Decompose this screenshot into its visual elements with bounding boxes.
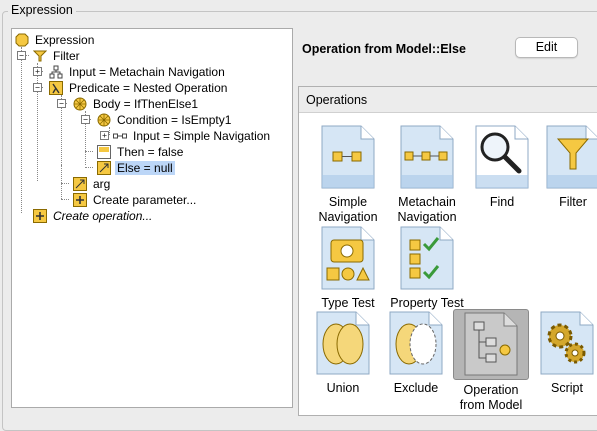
details-header: Operation from Model::Else Edit xyxy=(298,28,597,70)
expand-toggle[interactable]: + xyxy=(33,67,42,76)
add-icon xyxy=(33,209,47,223)
exclude-icon xyxy=(389,311,443,375)
collapse-toggle[interactable]: − xyxy=(33,83,42,92)
tree-item-filter[interactable]: Filter xyxy=(33,48,82,64)
boolean-icon xyxy=(97,145,111,159)
if-then-else-icon xyxy=(73,97,87,111)
expression-icon xyxy=(15,33,29,47)
expression-tree[interactable]: − + − − − + Expression Filter Input = Me… xyxy=(11,28,293,408)
is-empty-icon xyxy=(97,113,111,127)
union-icon xyxy=(316,311,370,375)
magnifier-icon xyxy=(475,125,529,189)
tree-item-arg[interactable]: arg xyxy=(73,176,112,192)
op-simple-navigation[interactable]: Simple Navigation xyxy=(310,123,386,225)
op-find[interactable]: Find xyxy=(464,123,540,210)
tree-item-else[interactable]: Else = null xyxy=(97,160,175,176)
tree-item-input-metachain[interactable]: Input = Metachain Navigation xyxy=(49,64,227,80)
collapse-toggle[interactable]: − xyxy=(17,51,26,60)
operation-from-model-icon xyxy=(464,312,518,376)
add-icon xyxy=(73,193,87,207)
property-test-icon xyxy=(400,226,454,290)
tree-item-body[interactable]: Body = IfThenElse1 xyxy=(73,96,200,112)
tree-item-predicate[interactable]: Predicate = Nested Operation xyxy=(49,80,229,96)
op-filter[interactable]: Filter xyxy=(535,123,597,210)
tree-connector xyxy=(61,199,69,200)
details-title: Operation from Model::Else xyxy=(302,42,466,56)
op-union[interactable]: Union xyxy=(305,309,381,396)
gears-icon xyxy=(540,311,594,375)
create-operation[interactable]: Create operation... xyxy=(33,208,154,224)
create-parameter[interactable]: Create parameter... xyxy=(73,192,198,208)
tree-connector xyxy=(61,165,62,199)
edit-button[interactable]: Edit xyxy=(515,37,578,58)
tree-item-input-simple[interactable]: Input = Simple Navigation xyxy=(113,128,272,144)
collapse-toggle[interactable]: − xyxy=(57,99,66,108)
operations-panel: Operations Simple Navigation Metachain N… xyxy=(298,86,597,416)
op-exclude[interactable]: Exclude xyxy=(378,309,454,396)
simple-navigation-icon xyxy=(113,129,127,143)
tree-connector xyxy=(85,151,93,152)
collapse-toggle[interactable]: − xyxy=(81,115,90,124)
op-type-test[interactable]: Type Test xyxy=(310,224,386,311)
type-test-icon xyxy=(321,226,375,290)
parameter-icon xyxy=(73,177,87,191)
metachain-navigation-icon xyxy=(49,65,63,79)
operations-title: Operations xyxy=(299,87,597,113)
tree-connector xyxy=(37,63,38,181)
operation-from-model-icon xyxy=(97,161,111,175)
tree-connector xyxy=(61,183,69,184)
op-script[interactable]: Script xyxy=(529,309,597,396)
funnel-icon xyxy=(33,49,47,63)
op-property-test[interactable]: Property Test xyxy=(389,224,465,311)
tree-item-expression[interactable]: Expression xyxy=(15,32,96,48)
tree-connector xyxy=(85,167,93,168)
tree-connector xyxy=(21,47,22,213)
op-operation-from-model[interactable]: Operation from Model xyxy=(453,309,529,413)
expand-toggle[interactable]: + xyxy=(100,131,109,140)
group-title: Expression xyxy=(8,3,76,17)
tree-connector xyxy=(109,127,110,135)
simple-navigation-icon xyxy=(321,125,375,189)
lambda-icon xyxy=(49,81,63,95)
op-metachain-navigation[interactable]: Metachain Navigation xyxy=(389,123,465,225)
metachain-navigation-icon xyxy=(400,125,454,189)
funnel-icon xyxy=(546,125,597,189)
tree-item-condition[interactable]: Condition = IsEmpty1 xyxy=(97,112,233,128)
tree-item-then[interactable]: Then = false xyxy=(97,144,185,160)
